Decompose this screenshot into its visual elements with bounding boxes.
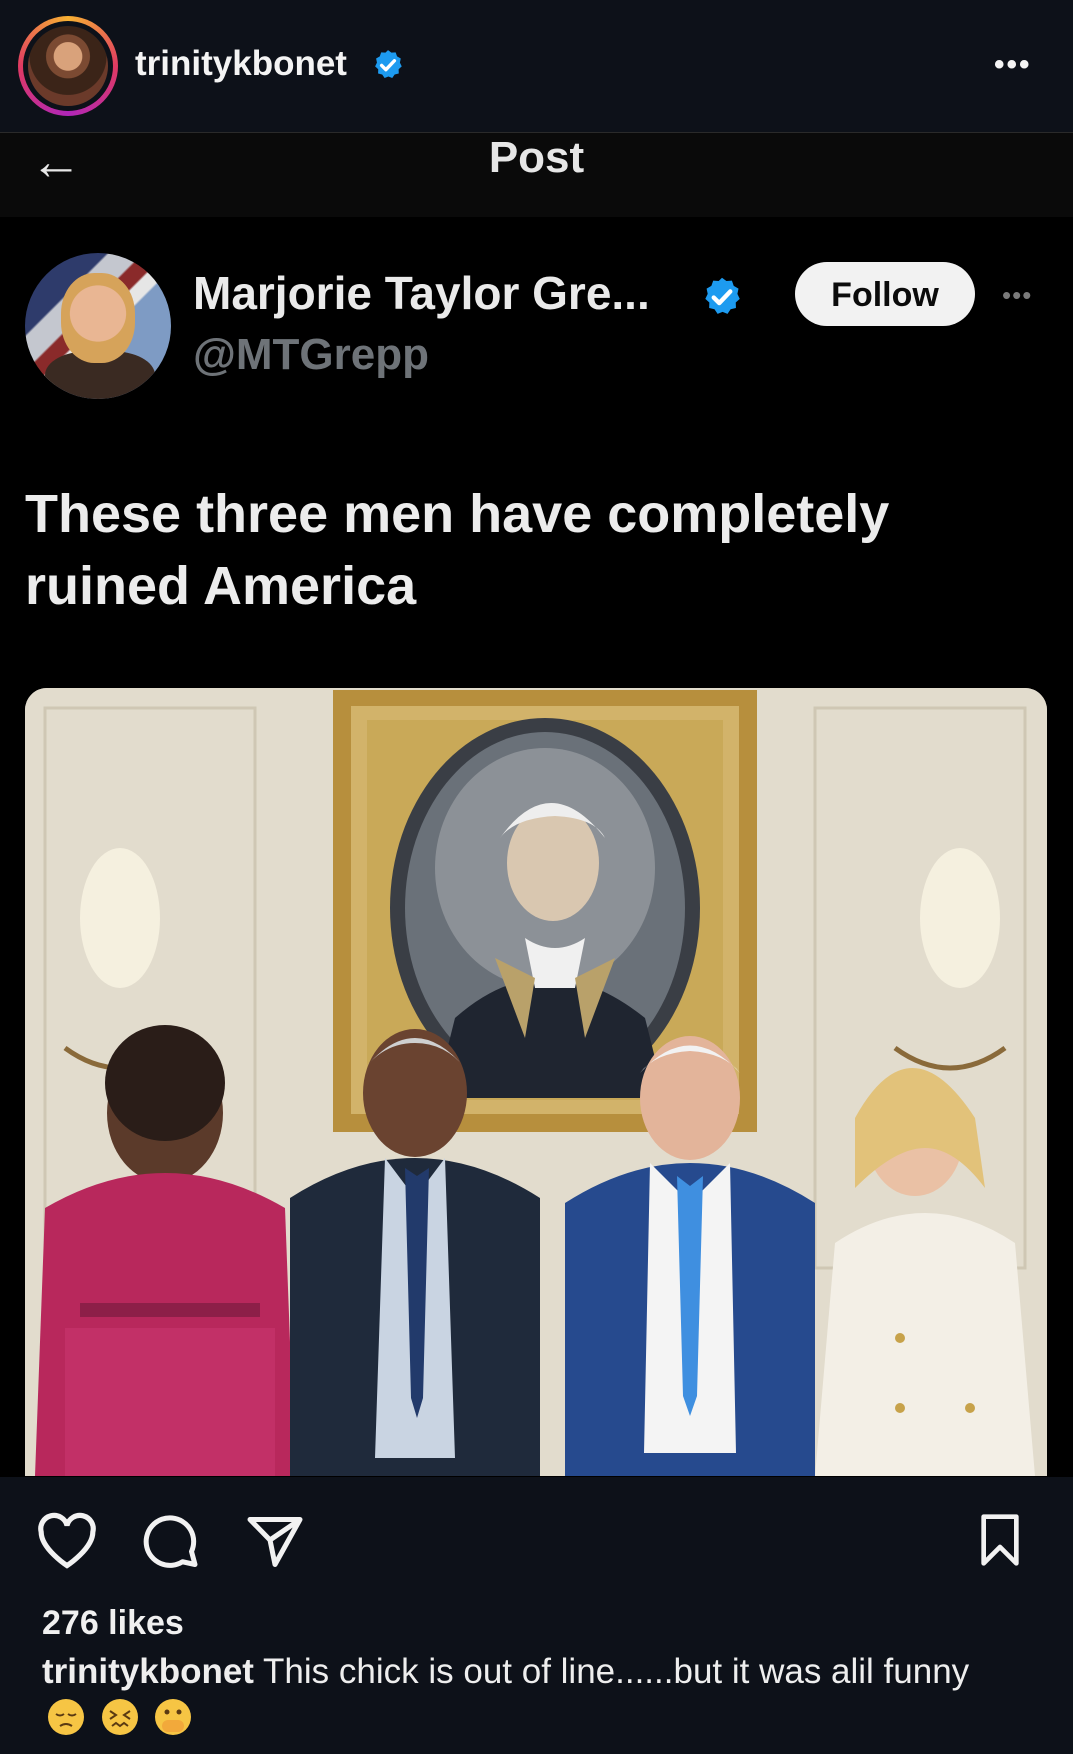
verified-badge-icon (705, 277, 740, 314)
bookmark-icon[interactable] (972, 1510, 1028, 1570)
author-name[interactable]: Marjorie Taylor Gre... (193, 266, 650, 320)
story-avatar-ring[interactable] (18, 16, 118, 116)
verified-badge-icon (375, 50, 402, 79)
likes-count[interactable]: 276 likes (42, 1604, 184, 1643)
follow-button[interactable]: Follow (795, 262, 975, 326)
pensive-face-icon (48, 1698, 84, 1735)
caption-username[interactable]: trinitykbonet (42, 1652, 254, 1691)
confounded-face-icon (101, 1698, 138, 1735)
author-handle[interactable]: @MTGrepp (193, 330, 429, 380)
post-more-icon[interactable]: ••• (1002, 280, 1032, 311)
caption: trinitykbonet This chick is out of line.… (42, 1650, 1002, 1737)
share-icon[interactable] (245, 1512, 305, 1572)
face-with-hand-over-mouth-icon (155, 1698, 192, 1735)
heart-icon[interactable] (36, 1512, 98, 1570)
caption-text: This chick is out of line......but it wa… (263, 1652, 970, 1691)
photo-illustration (25, 688, 1047, 1476)
post-photo[interactable] (25, 688, 1047, 1476)
more-options-icon[interactable]: ••• (994, 48, 1032, 82)
profile-avatar (28, 26, 108, 106)
comment-icon[interactable] (140, 1512, 200, 1572)
post-text: These three men have completely ruined A… (25, 484, 890, 616)
page-title: Post (488, 133, 585, 182)
author-avatar[interactable] (25, 253, 171, 399)
header-username[interactable]: trinitykbonet (135, 44, 347, 84)
